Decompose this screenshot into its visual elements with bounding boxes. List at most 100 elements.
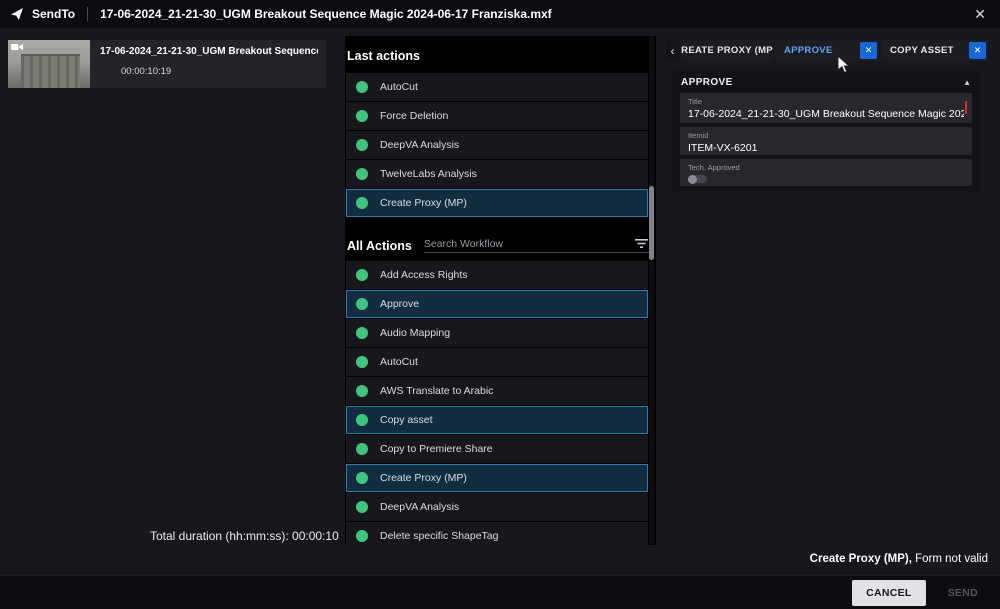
media-card[interactable]: 17-06-2024_21-21-30_UGM Breakout Sequenc… — [8, 40, 326, 88]
status-dot-icon — [356, 110, 368, 122]
total-duration-label: Total duration (hh:mm:ss): 00:00:10 — [150, 529, 339, 543]
validation-source: Create Proxy (MP), — [810, 553, 912, 565]
action-row[interactable]: Approve — [346, 290, 648, 318]
approve-form-panel: APPROVE ▲ Title 17-06-2024_21-21-30_UGM … — [672, 71, 980, 192]
approve-panel-header[interactable]: APPROVE ▲ — [672, 71, 980, 93]
tech-approved-toggle[interactable] — [688, 175, 707, 183]
last-actions-heading: Last actions — [347, 49, 648, 63]
field-label: Title — [688, 97, 964, 106]
dialog-header: SendTo 17-06-2024_21-21-30_UGM Breakout … — [0, 0, 1000, 28]
media-info: 17-06-2024_21-21-30_UGM Breakout Sequenc… — [90, 40, 326, 88]
filter-icon[interactable] — [631, 238, 649, 250]
action-label: Delete specific ShapeTag — [380, 530, 499, 542]
status-dot-icon — [356, 139, 368, 151]
status-dot-icon — [356, 472, 368, 484]
dialog-footer: CANCEL SEND — [0, 575, 1000, 609]
status-dot-icon — [356, 385, 368, 397]
action-label: Create Proxy (MP) — [380, 197, 467, 209]
action-row[interactable]: Create Proxy (MP) — [346, 189, 648, 217]
workflow-chip: APPROVE ✕ — [775, 40, 879, 61]
scrollbar-thumb[interactable] — [649, 186, 654, 260]
workflow-chip: CREATE PROXY (MP) ✕ — [681, 40, 773, 61]
action-row[interactable]: Force Deletion — [346, 102, 648, 130]
remove-chip-button[interactable]: ✕ — [860, 42, 877, 59]
media-title: 17-06-2024_21-21-30_UGM Breakout Sequenc… — [100, 46, 318, 57]
action-row[interactable]: Audio Mapping — [346, 319, 648, 347]
media-duration: 00:00:10:19 — [121, 66, 318, 77]
collapse-icon[interactable]: ▲ — [963, 78, 971, 87]
action-row[interactable]: AutoCut — [346, 348, 648, 376]
action-row[interactable]: Add Access Rights — [346, 261, 648, 289]
action-row[interactable]: Delete specific ShapeTag — [346, 522, 648, 545]
itemid-field[interactable]: Itemid ITEM-VX-6201 — [680, 127, 972, 155]
action-label: Force Deletion — [380, 110, 448, 122]
title-divider — [87, 7, 88, 21]
selected-workflow-chips: ‹ CREATE PROXY (MP) ✕ APPROVE ✕ COPY ASS… — [666, 40, 988, 61]
video-camera-icon — [11, 43, 23, 51]
action-label: Add Access Rights — [380, 269, 468, 281]
action-label: Audio Mapping — [380, 327, 450, 339]
chip-label: CREATE PROXY (MP) — [681, 45, 773, 56]
action-label: AWS Translate to Arabic — [380, 385, 493, 397]
title-field[interactable]: Title 17-06-2024_21-21-30_UGM Breakout S… — [680, 93, 972, 123]
toggle-knob — [688, 175, 697, 184]
action-row[interactable]: TwelveLabs Analysis — [346, 160, 648, 188]
sendto-dialog: SendTo 17-06-2024_21-21-30_UGM Breakout … — [0, 0, 1000, 609]
action-row[interactable]: DeepVA Analysis — [346, 493, 648, 521]
action-label: AutoCut — [380, 356, 418, 368]
workflow-chip: COPY ASSET ✕ — [881, 40, 988, 61]
actions-panel: Last actions AutoCut Force Deletion Deep… — [345, 36, 656, 545]
action-row[interactable]: DeepVA Analysis — [346, 131, 648, 159]
approve-panel-title: APPROVE — [681, 77, 733, 88]
validation-message: Create Proxy (MP), Form not valid — [810, 553, 988, 565]
all-actions-heading: All Actions — [347, 239, 412, 253]
action-row[interactable]: AWS Translate to Arabic — [346, 377, 648, 405]
action-row[interactable]: Copy to Premiere Share — [346, 435, 648, 463]
status-dot-icon — [356, 501, 368, 513]
field-value: 17-06-2024_21-21-30_UGM Breakout Sequenc… — [688, 108, 964, 120]
actions-scrollbar[interactable] — [649, 36, 654, 545]
validation-text: Form not valid — [912, 553, 988, 565]
status-dot-icon — [356, 81, 368, 93]
dialog-app-name: SendTo — [32, 7, 75, 21]
status-dot-icon — [356, 327, 368, 339]
action-label: DeepVA Analysis — [380, 139, 459, 151]
media-thumbnail — [8, 40, 90, 88]
field-value: ITEM-VX-6201 — [688, 142, 964, 152]
action-label: Create Proxy (MP) — [380, 472, 467, 484]
action-row[interactable]: AutoCut — [346, 73, 648, 101]
status-dot-icon — [356, 443, 368, 455]
mouse-cursor — [837, 55, 851, 74]
status-dot-icon — [356, 298, 368, 310]
action-label: Copy asset — [380, 414, 433, 426]
chip-label: APPROVE — [784, 45, 833, 56]
workflow-search-input[interactable] — [424, 238, 631, 250]
action-label: AutoCut — [380, 81, 418, 93]
cancel-button[interactable]: CANCEL — [852, 580, 926, 606]
field-label: Itemid — [688, 131, 964, 140]
action-label: TwelveLabs Analysis — [380, 168, 477, 180]
action-label: Copy to Premiere Share — [380, 443, 493, 455]
status-dot-icon — [356, 269, 368, 281]
status-dot-icon — [356, 530, 368, 542]
tech-approved-field: Tech. Approved — [680, 159, 972, 186]
field-label: Tech. Approved — [688, 163, 964, 172]
action-label: DeepVA Analysis — [380, 501, 459, 513]
action-row[interactable]: Copy asset — [346, 406, 648, 434]
close-button[interactable]: ✕ — [970, 5, 990, 23]
action-row[interactable]: Create Proxy (MP) — [346, 464, 648, 492]
status-dot-icon — [356, 168, 368, 180]
action-label: Approve — [380, 298, 419, 310]
workflow-search[interactable] — [424, 238, 649, 253]
dialog-title: 17-06-2024_21-21-30_UGM Breakout Sequenc… — [100, 7, 552, 21]
status-dot-icon — [356, 356, 368, 368]
building-image — [21, 54, 80, 88]
send-button[interactable]: SEND — [938, 580, 988, 606]
chips-scroll-left-button[interactable]: ‹ — [666, 40, 679, 61]
status-dot-icon — [356, 197, 368, 209]
status-dot-icon — [356, 414, 368, 426]
required-marker — [965, 101, 967, 114]
chip-label: COPY ASSET — [890, 45, 954, 56]
remove-chip-button[interactable]: ✕ — [969, 42, 986, 59]
all-actions-header: All Actions — [347, 238, 649, 253]
